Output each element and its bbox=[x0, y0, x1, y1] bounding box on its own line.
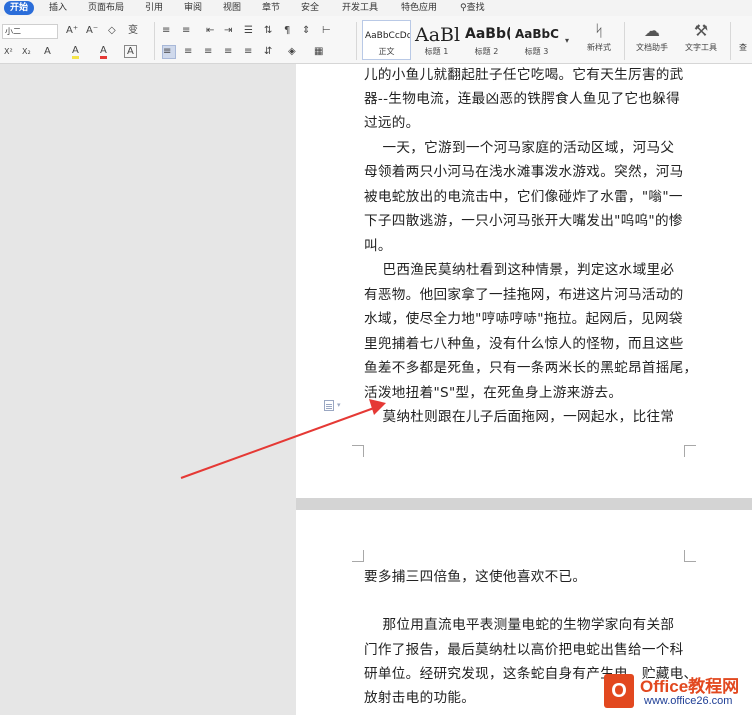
arrow-line bbox=[180, 407, 375, 479]
site-watermark: O Office教程网 www.office26.com bbox=[600, 668, 752, 715]
watermark-url: www.office26.com bbox=[644, 695, 733, 707]
annotation-arrow bbox=[180, 399, 386, 479]
arrow-head bbox=[369, 399, 386, 415]
word-processor-window: 开始 插入 页面布局 引用 审阅 视图 章节 安全 开发工具 特色应用 ⚲查找 … bbox=[0, 0, 752, 715]
office-logo: O bbox=[604, 674, 634, 708]
watermark-title: Office教程网 bbox=[640, 677, 740, 696]
